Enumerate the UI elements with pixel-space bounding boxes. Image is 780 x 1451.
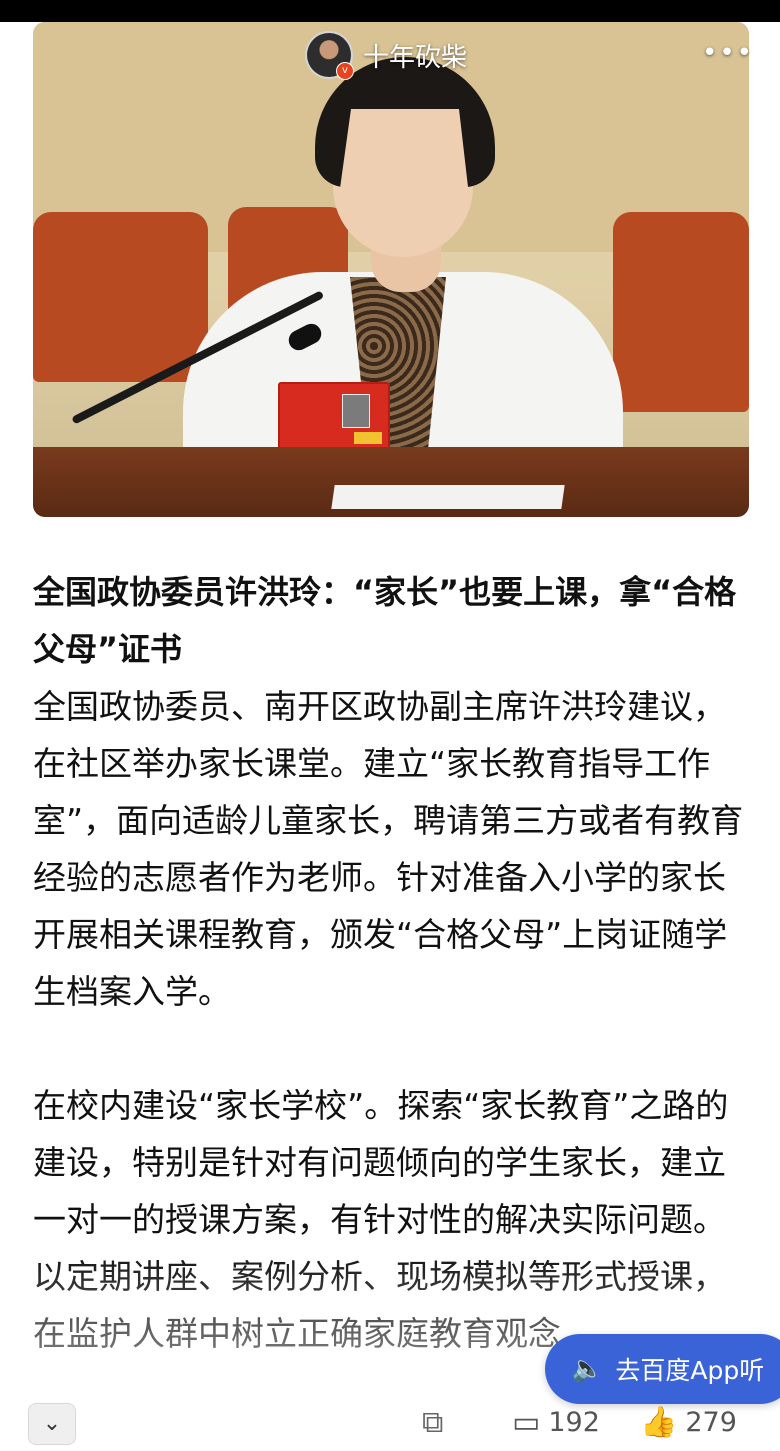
share-icon: ⧉ — [422, 1405, 444, 1440]
comment-count: 192 — [548, 1407, 600, 1438]
article-body: 全国政协委员许洪玲：“家长”也要上课，拿“合格父母”证书 全国政协委员、南开区政… — [33, 564, 749, 1362]
chevron-down-icon: ⌄ — [42, 1411, 62, 1436]
chair-right — [613, 212, 749, 412]
author-chip[interactable]: v 十年砍柴 — [305, 31, 467, 80]
chair-left — [33, 212, 208, 382]
speaker-icon: 🔈 — [571, 1354, 604, 1384]
paper-sheet — [331, 485, 565, 509]
author-name[interactable]: 十年砍柴 — [363, 37, 467, 74]
more-options-icon[interactable]: ••• — [702, 40, 754, 66]
comment-button[interactable]: ▭ 192 — [512, 1405, 600, 1440]
bottom-action-bar: ⌄ ⧉ ▭ 192 👍 279 — [0, 1399, 780, 1451]
thumbs-up-icon: 👍 — [640, 1405, 678, 1440]
article-headline: 全国政协委员许洪玲：“家长”也要上课，拿“合格父母”证书 — [33, 573, 737, 668]
listen-button-label: 去百度App听 — [615, 1356, 765, 1385]
comment-icon: ▭ — [512, 1405, 541, 1440]
like-button[interactable]: 👍 279 — [640, 1405, 737, 1440]
collapse-button[interactable]: ⌄ — [28, 1403, 76, 1445]
article-page: v 十年砍柴 ••• 全国政协委员许洪玲：“家长”也要上课，拿“合格父母”证书 … — [0, 22, 780, 1451]
share-button[interactable]: ⧉ — [422, 1405, 443, 1440]
delegate-badge — [278, 382, 390, 452]
like-count: 279 — [685, 1407, 737, 1438]
avatar[interactable]: v — [305, 31, 354, 80]
article-paragraph-1: 全国政协委员、南开区政协副主席许洪玲建议，在社区举办家长课堂。建立“家长教育指导… — [33, 687, 744, 1011]
verified-icon: v — [336, 62, 354, 80]
article-photo[interactable] — [33, 22, 749, 517]
article-paragraph-2: 在校内建设“家长学校”。探索“家长教育”之路的建设，特别是针对有问题倾向的学生家… — [33, 1086, 729, 1353]
listen-in-app-button[interactable]: 🔈 去百度App听 — [545, 1334, 780, 1404]
